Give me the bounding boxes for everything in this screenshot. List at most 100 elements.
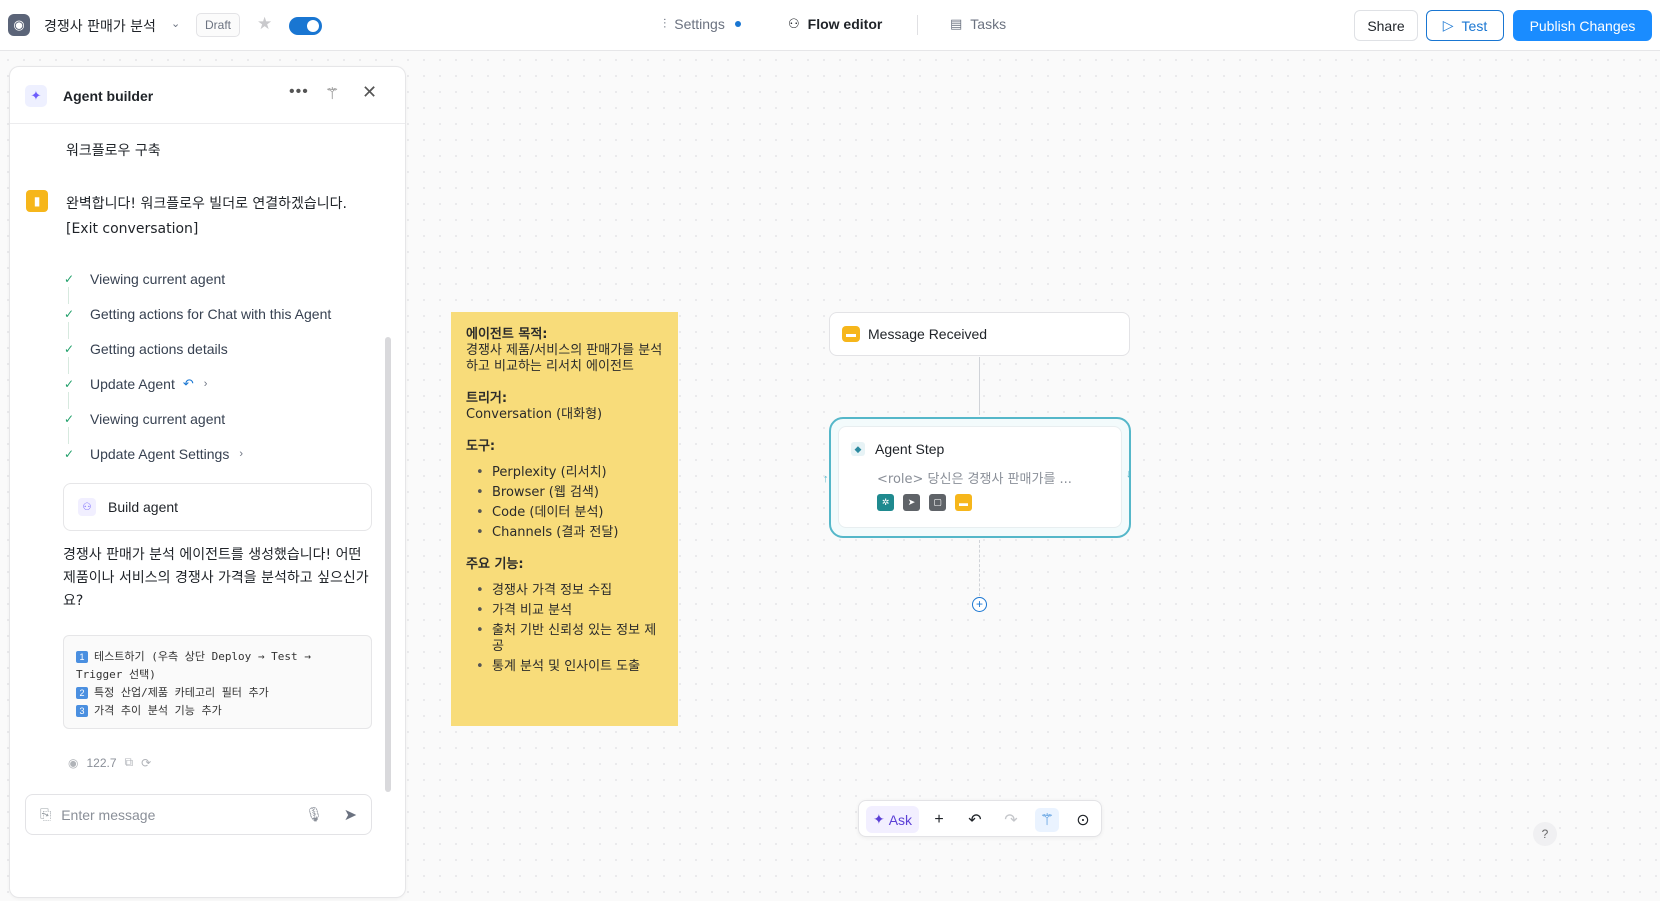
- test-button-label: Test: [1461, 17, 1488, 34]
- agent-icon: ◆: [851, 442, 865, 456]
- tab-flow-editor-label: Flow editor: [807, 16, 883, 32]
- note-feature-item: 가격 비교 분석: [476, 603, 663, 619]
- user-message: 워크플로우 구축: [66, 143, 161, 159]
- undo-icon[interactable]: ↶: [963, 808, 987, 832]
- chevron-down-icon[interactable]: ⌄: [171, 17, 180, 30]
- clipboard-icon: ▤: [950, 16, 963, 31]
- agent-active-toggle[interactable]: [289, 17, 322, 35]
- suggestion-text: 테스트하기 (우측 상단 Deploy → Test → Trigger 선택): [76, 650, 311, 681]
- bot-avatar-icon: ▮: [26, 190, 48, 212]
- publish-changes-button[interactable]: Publish Changes: [1513, 10, 1652, 41]
- tab-tasks[interactable]: ▤ Tasks: [950, 16, 1006, 32]
- check-icon: ✓: [64, 446, 75, 461]
- number-badge: 3: [76, 705, 88, 717]
- add-step-button[interactable]: +: [972, 597, 987, 612]
- ask-label: Ask: [888, 811, 913, 828]
- share-button[interactable]: Share: [1354, 10, 1418, 41]
- browser-icon: ➤: [903, 494, 920, 511]
- close-icon[interactable]: ✕: [362, 82, 377, 103]
- check-icon: ✓: [64, 411, 75, 426]
- add-icon[interactable]: +: [927, 808, 951, 832]
- channels-icon: ▬: [955, 494, 972, 511]
- sliders-icon: ⫶: [663, 16, 667, 31]
- number-badge: 1: [76, 651, 88, 663]
- copy-icon[interactable]: ⧉: [125, 755, 134, 770]
- note-trigger-text: Conversation (대화형): [466, 407, 603, 422]
- message-input[interactable]: [61, 806, 282, 823]
- note-trigger-title: 트리거:: [466, 391, 508, 406]
- trigger-node-label: Message Received: [868, 326, 988, 342]
- panel-scrollbar[interactable]: [385, 337, 391, 792]
- tab-settings[interactable]: ⫶ Settings: [663, 16, 741, 32]
- chat-input-box: ⎘ 🎙 ➤: [25, 794, 372, 835]
- agent-step-title: Agent Step: [875, 441, 945, 457]
- magic-wand-icon[interactable]: ⚚: [325, 84, 339, 104]
- note-purpose-title: 에이전트 목적:: [466, 327, 548, 342]
- action-step-update-agent[interactable]: ✓ Update Agent ↶ ›: [64, 366, 384, 409]
- magic-wand-icon[interactable]: ⚚: [1035, 808, 1059, 832]
- suggestion-item: 1 테스트하기 (우측 상단 Deploy → Test → Trigger 선택…: [76, 648, 359, 684]
- app-logo-icon[interactable]: ◉: [8, 14, 30, 36]
- top-bar: ◉ 경쟁사 판매가 분석 ⌄ Draft ★ ⫶ Settings ⚇ Flow…: [0, 0, 1660, 51]
- check-icon: ✓: [64, 271, 75, 286]
- send-icon[interactable]: ➤: [344, 805, 357, 825]
- check-icon: ✓: [64, 306, 75, 321]
- paperclip-icon[interactable]: ⎘: [40, 806, 51, 823]
- star-icon[interactable]: ★: [257, 14, 272, 34]
- action-step-label: Getting actions details: [90, 340, 228, 357]
- trigger-node-message-received[interactable]: ▬ Message Received: [829, 312, 1130, 356]
- action-steps-list: ✓ Viewing current agent ✓ Getting action…: [64, 261, 384, 471]
- more-options-icon[interactable]: •••: [289, 83, 309, 101]
- suggestion-text: 가격 추이 분석 기능 추가: [94, 704, 222, 717]
- tab-flow-editor[interactable]: ⚇ Flow editor: [788, 16, 882, 32]
- microphone-icon[interactable]: 🎙: [305, 806, 323, 823]
- build-agent-card[interactable]: ⚇ Build agent: [63, 483, 372, 531]
- chevron-right-icon[interactable]: ›: [204, 378, 208, 390]
- credits-row: ◉ 122.7 ⧉ ⟳: [68, 755, 151, 770]
- agent-name[interactable]: 경쟁사 판매가 분석: [44, 16, 156, 36]
- undo-icon[interactable]: ↶: [183, 376, 194, 392]
- note-feature-item: 경쟁사 가격 정보 수집: [476, 583, 663, 599]
- credits-value: 122.7: [86, 755, 117, 770]
- test-button[interactable]: ▷ Test: [1426, 10, 1504, 41]
- action-step-update-settings[interactable]: ✓ Update Agent Settings ›: [64, 436, 384, 471]
- tab-settings-label: Settings: [674, 16, 725, 32]
- redo-icon[interactable]: ↷: [999, 808, 1023, 832]
- agent-builder-panel: ✦ Agent builder ••• ⚚ ✕ 워크플로우 구축 ▮ 완벽합니다…: [9, 66, 406, 898]
- chevron-right-icon[interactable]: ›: [239, 448, 243, 460]
- panel-header: ✦ Agent builder ••• ⚚ ✕: [10, 67, 405, 124]
- note-tools-title: 도구:: [466, 439, 496, 454]
- flow-icon: ⚇: [78, 498, 96, 516]
- fit-view-icon[interactable]: ⊙: [1071, 808, 1095, 832]
- note-tool-item: Perplexity (리서치): [476, 465, 663, 481]
- sticky-note[interactable]: 에이전트 목적: 경쟁사 제품/서비스의 판매가를 분석하고 비교하는 리서치 …: [451, 312, 678, 726]
- note-tool-item: Browser (웹 검색): [476, 485, 663, 501]
- action-step-label: Viewing current agent: [90, 410, 226, 427]
- tab-tasks-label: Tasks: [970, 16, 1007, 32]
- perplexity-icon: ✲: [877, 494, 894, 511]
- refresh-icon[interactable]: ⟳: [141, 756, 151, 770]
- build-agent-label: Build agent: [108, 499, 179, 515]
- sparkle-icon: ✦: [25, 85, 47, 107]
- loop-arrow-up-icon: ↑: [823, 473, 829, 485]
- unsaved-dot: [734, 21, 741, 27]
- loop-arrow-down-icon: ↓: [1126, 468, 1132, 480]
- coin-icon: ◉: [68, 755, 79, 770]
- action-step-label: Update Agent Settings: [90, 445, 230, 462]
- action-step: ✓ Viewing current agent: [64, 401, 384, 444]
- flow-connector-dashed: [979, 540, 980, 596]
- bot-message: 완벽합니다! 워크플로우 빌더로 연결하겠습니다. [Exit conversa…: [66, 192, 347, 242]
- panel-title: Agent builder: [63, 88, 154, 104]
- agent-step-description: <role> 당신은 경쟁사 판매가를 ...: [877, 472, 1072, 487]
- ask-button[interactable]: ✦ Ask: [866, 806, 919, 833]
- sparkle-icon: ✦: [872, 811, 885, 827]
- suggestions-box: 1 테스트하기 (우측 상단 Deploy → Test → Trigger 선택…: [63, 635, 372, 729]
- action-step: ✓ Getting actions details: [64, 331, 384, 374]
- status-badge: Draft: [196, 13, 241, 37]
- action-step-label: Viewing current agent: [90, 270, 226, 287]
- action-step-label: Getting actions for Chat with this Agent: [90, 305, 332, 322]
- agent-step-node[interactable]: ◆ Agent Step <role> 당신은 경쟁사 판매가를 ... ✲ ➤…: [838, 426, 1122, 528]
- note-tool-item: Channels (결과 전달): [476, 525, 663, 541]
- help-button[interactable]: ?: [1533, 822, 1557, 846]
- number-badge: 2: [76, 687, 88, 699]
